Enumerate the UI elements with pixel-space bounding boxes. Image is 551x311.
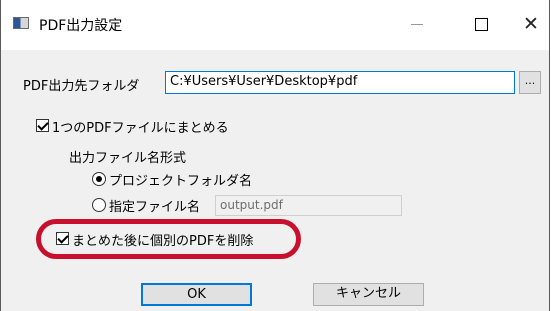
ok-button[interactable]: OK [141,283,252,306]
delete-individual-pdf-label[interactable]: まとめた後に個別のPDFを削除 [72,230,253,249]
output-folder-label: PDF出力先フォルダ [23,79,140,94]
project-folder-name-radio[interactable] [92,172,106,186]
filename-format-heading: 出力ファイル名形式 [69,151,187,166]
merge-pdf-label[interactable]: 1つのPDFファイルにまとめる [52,117,229,136]
custom-filename-radio[interactable] [92,198,106,212]
browse-folder-button[interactable]: ... [519,71,541,94]
title-bar[interactable]: PDF出力設定 ✕ [1,0,549,50]
app-icon [13,17,29,29]
custom-filename-input[interactable]: output.pdf [215,195,402,216]
delete-individual-pdf-checkbox[interactable] [56,232,69,245]
output-folder-input[interactable]: C:¥Users¥User¥Desktop¥pdf [165,71,515,94]
project-folder-name-label[interactable]: プロジェクトフォルダ名 [109,170,252,189]
maximize-button[interactable] [461,12,501,36]
merge-pdf-checkbox[interactable] [36,119,49,132]
cancel-button[interactable]: キャンセル [313,283,424,306]
window-title: PDF出力設定 [39,18,123,34]
close-button[interactable]: ✕ [511,12,551,36]
custom-filename-label[interactable]: 指定ファイル名 [109,196,200,215]
minimize-button[interactable] [397,12,437,36]
pdf-output-settings-dialog: PDF出力設定 ✕ PDF出力先フォルダ C:¥Users¥User¥Deskt… [0,0,550,311]
